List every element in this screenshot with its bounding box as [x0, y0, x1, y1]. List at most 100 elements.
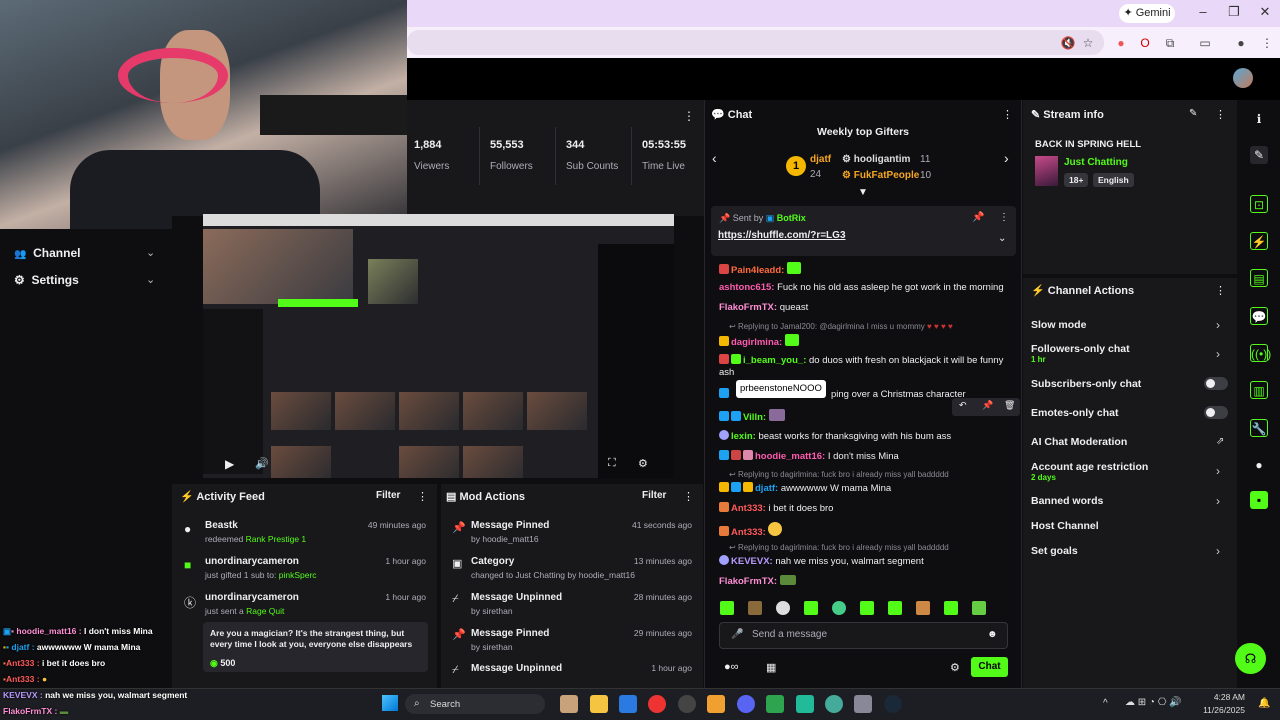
notification-icon[interactable]: 🔔 — [1258, 698, 1270, 709]
emote-icon[interactable] — [776, 601, 790, 615]
feed-item-name[interactable]: unordinarycameron — [205, 592, 299, 603]
category-link[interactable]: Just Chatting — [1064, 157, 1128, 168]
extension-icon[interactable]: ● — [1113, 35, 1129, 51]
mod-menu-icon[interactable]: ⋮ — [683, 490, 694, 503]
windows-start-icon[interactable] — [382, 695, 398, 711]
delete-icon[interactable]: 🗑 — [1004, 400, 1015, 411]
chat-message[interactable]: Pain4leadd: — [719, 262, 1009, 277]
reply-icon[interactable]: ↶ — [959, 400, 967, 411]
settings-icon[interactable] — [854, 695, 872, 713]
external-link-icon[interactable]: ⇗ — [1216, 436, 1224, 447]
kicks-icon[interactable]: ● — [1250, 456, 1268, 474]
gifter-name[interactable]: djatf — [810, 154, 831, 165]
broadcast-icon[interactable]: ((•)) — [1250, 344, 1271, 362]
lightning-icon[interactable]: ⚡ — [1250, 232, 1268, 250]
mod-filter-button[interactable]: Filter — [642, 490, 666, 501]
fullscreen-icon[interactable]: ⛶ — [608, 457, 616, 470]
reading-list-icon[interactable]: ▭ — [1197, 35, 1213, 51]
capture-icon[interactable]: ⊡ — [1250, 195, 1268, 213]
extensions-puzzle-icon[interactable]: ⧉ — [1162, 35, 1178, 51]
chat-icon[interactable]: 💬 — [1250, 307, 1268, 325]
chat-menu-icon[interactable]: ⋮ — [1002, 108, 1013, 121]
gifter-entry[interactable]: ⚙ hooligantim — [842, 154, 910, 165]
action-followers-only[interactable]: Followers-only chat — [1031, 343, 1130, 355]
volume-icon[interactable]: 🔊 — [255, 457, 269, 470]
minimize-icon[interactable]: – — [1193, 4, 1213, 22]
mute-tab-icon[interactable]: 🔇 — [1060, 35, 1076, 51]
action-ai-moderation[interactable]: AI Chat Moderation — [1031, 436, 1127, 448]
steam-icon[interactable] — [884, 695, 902, 713]
chat-message[interactable]: ashtonc615: Fuck no his old ass asleep h… — [719, 282, 1009, 294]
chevron-right-icon[interactable]: › — [1216, 347, 1220, 361]
chevron-right-icon[interactable]: › — [1216, 318, 1220, 332]
chat-message[interactable]: djatf: awwwwww W mama Mina — [719, 482, 1009, 495]
subscribers-only-toggle[interactable] — [1204, 377, 1228, 390]
category-thumbnail[interactable] — [1035, 156, 1058, 186]
channel-actions-menu-icon[interactable]: ⋮ — [1215, 284, 1226, 297]
chrome-icon[interactable] — [825, 695, 843, 713]
chat-message[interactable]: KEVEVX: nah we miss you, walmart segment — [719, 555, 1009, 568]
chat-message[interactable]: Ant333: — [719, 522, 1009, 539]
action-emotes-only[interactable]: Emotes-only chat — [1031, 407, 1119, 419]
profile-icon[interactable]: ● — [1233, 35, 1249, 51]
file-explorer-icon[interactable] — [590, 695, 608, 713]
emote-icon[interactable] — [832, 601, 846, 615]
microphone-icon[interactable]: 🎤 — [731, 629, 743, 640]
gear-icon[interactable]: ⚙ — [950, 661, 960, 674]
pinned-link[interactable]: https://shuffle.com/?r=LG3 — [718, 230, 846, 241]
chat-message[interactable]: dagirlmina: — [719, 334, 1009, 349]
collapse-icon[interactable]: ▼ — [858, 187, 868, 198]
edit-icon[interactable]: ✎ — [1189, 108, 1197, 119]
emote-icon[interactable] — [972, 601, 986, 615]
widgets-icon[interactable] — [560, 695, 578, 713]
chat-message[interactable]: hoodie_matt16: I don't miss Mina — [719, 450, 1009, 463]
opera-extension-icon[interactable]: O — [1137, 35, 1153, 51]
avatar[interactable] — [1233, 68, 1253, 88]
emotes-only-toggle[interactable] — [1204, 406, 1228, 419]
feed-item-name[interactable]: unordinarycameron — [205, 556, 299, 567]
obs-icon[interactable] — [678, 695, 696, 713]
action-set-goals[interactable]: Set goals — [1031, 545, 1078, 557]
bookmark-star-icon[interactable]: ☆ — [1080, 35, 1096, 51]
close-icon[interactable]: ✕ — [1255, 4, 1275, 22]
stream-info-menu-icon[interactable]: ⋮ — [1215, 108, 1226, 121]
xbox-icon[interactable] — [766, 695, 784, 713]
url-input[interactable] — [407, 30, 1104, 55]
sidebar-item-settings[interactable]: ⚙ Settings — [14, 270, 79, 290]
app-icon[interactable] — [707, 695, 725, 713]
chevron-down-icon[interactable]: ⌄ — [998, 233, 1006, 244]
action-account-age[interactable]: Account age restriction — [1031, 461, 1148, 473]
action-slow-mode[interactable]: Slow mode — [1031, 319, 1086, 331]
support-icon[interactable]: ☊ — [1235, 643, 1266, 674]
stream-preview[interactable]: ▶ 🔊 ⛶ ⚙ — [203, 214, 674, 478]
chevron-right-icon[interactable]: › — [1216, 494, 1220, 508]
app-icon[interactable] — [796, 695, 814, 713]
browser-menu-icon[interactable]: ⋮ — [1259, 35, 1275, 51]
emote-icon[interactable] — [888, 601, 902, 615]
sidebar-item-channel[interactable]: 👥 Channel — [14, 243, 80, 263]
pin-icon[interactable]: 📌 — [972, 212, 984, 223]
emote-icon[interactable] — [804, 601, 818, 615]
emote-icon[interactable] — [944, 601, 958, 615]
emote-icon[interactable] — [916, 601, 930, 615]
action-subscribers-only[interactable]: Subscribers-only chat — [1031, 378, 1141, 390]
chevron-down-icon[interactable]: ⌄ — [146, 273, 155, 286]
chat-message[interactable]: Ant333: i bet it does bro — [719, 502, 1009, 515]
chevron-right-icon[interactable]: › — [1004, 150, 1009, 166]
chat-message[interactable]: i_beam_you_: do duos with fresh on black… — [719, 354, 1009, 379]
maximize-icon[interactable]: ❐ — [1224, 4, 1244, 22]
feed-item-name[interactable]: Beastk — [205, 520, 238, 531]
layout-icon[interactable]: ▥ — [1250, 381, 1268, 399]
store-app-icon[interactable] — [619, 695, 637, 713]
emote-icon[interactable] — [748, 601, 762, 615]
tray-icons[interactable]: ☁ ⊞ ◔ ⎔ 🔊 — [1125, 697, 1182, 708]
store-icon[interactable]: ▦ — [766, 661, 776, 674]
chat-message[interactable]: FlakoFrmTX: queast — [719, 302, 1009, 314]
chrome-icon[interactable] — [648, 695, 666, 713]
chevron-up-icon[interactable]: ^ — [1103, 698, 1108, 709]
action-banned-words[interactable]: Banned words — [1031, 495, 1103, 507]
activity-menu-icon[interactable]: ⋮ — [417, 490, 428, 503]
stats-menu-icon[interactable]: ⋮ — [683, 109, 695, 123]
discord-icon[interactable] — [737, 695, 755, 713]
pin-icon[interactable]: 📌 — [982, 400, 993, 411]
